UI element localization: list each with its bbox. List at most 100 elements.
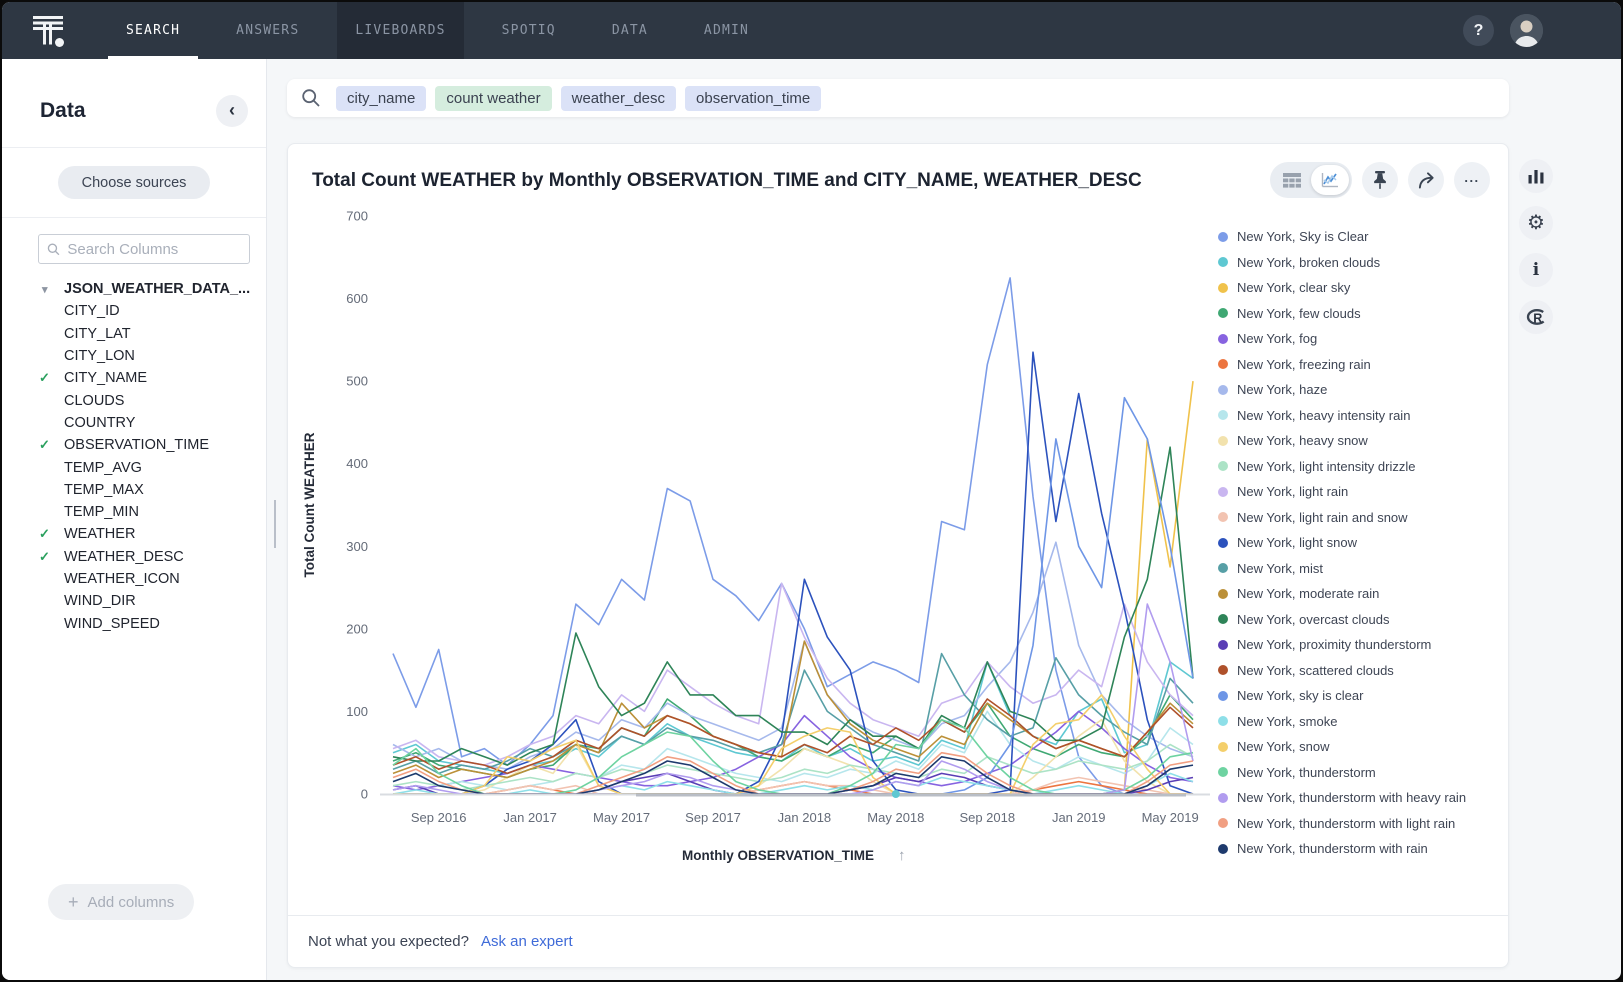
legend-item[interactable]: New York, Sky is Clear <box>1218 224 1496 250</box>
column-item-city_lon[interactable]: CITY_LON <box>2 345 266 367</box>
legend-label: New York, few clouds <box>1237 306 1361 321</box>
column-label: CITY_LON <box>64 348 135 364</box>
y-tick-label: 100 <box>346 704 368 719</box>
legend-item[interactable]: New York, thunderstorm with rain <box>1218 836 1496 862</box>
search-token[interactable]: count weather <box>435 86 551 111</box>
column-item-temp_avg[interactable]: TEMP_AVG <box>2 456 266 478</box>
legend-item[interactable]: New York, heavy snow <box>1218 428 1496 454</box>
line-chart[interactable]: 0100200300400500600700Sep 2016Jan 2017Ma… <box>298 194 1233 884</box>
legend-item[interactable]: New York, haze <box>1218 377 1496 403</box>
chart-view-button[interactable] <box>1311 165 1349 195</box>
more-actions-button[interactable]: ... <box>1454 162 1490 198</box>
pin-icon <box>1371 170 1389 190</box>
legend-item[interactable]: New York, sky is clear <box>1218 683 1496 709</box>
legend-item[interactable]: New York, light intensity drizzle <box>1218 454 1496 480</box>
legend-item[interactable]: New York, heavy intensity rain <box>1218 403 1496 429</box>
legend-item[interactable]: New York, clear sky <box>1218 275 1496 301</box>
table-view-button[interactable] <box>1273 165 1311 195</box>
column-item-weather[interactable]: ✓WEATHER <box>2 523 266 545</box>
nav-item-liveboards[interactable]: LIVEBOARDS <box>337 2 463 59</box>
column-item-clouds[interactable]: CLOUDS <box>2 389 266 411</box>
legend-item[interactable]: New York, mist <box>1218 556 1496 582</box>
column-item-weather_icon[interactable]: WEATHER_ICON <box>2 568 266 590</box>
nav-item-answers[interactable]: ANSWERS <box>218 2 317 59</box>
ask-an-expert-link[interactable]: Ask an expert <box>481 933 573 950</box>
legend-label: New York, light rain and snow <box>1237 510 1408 525</box>
r-analysis-button[interactable]: R <box>1519 300 1553 334</box>
legend-item[interactable]: New York, light rain and snow <box>1218 505 1496 531</box>
legend-label: New York, haze <box>1237 382 1327 397</box>
legend-item[interactable]: New York, few clouds <box>1218 301 1496 327</box>
table-view-icon <box>1283 173 1301 188</box>
pin-button[interactable] <box>1362 162 1398 198</box>
nav-item-data[interactable]: DATA <box>594 2 666 59</box>
chart-type-button[interactable] <box>1519 159 1553 193</box>
legend-dot <box>1218 818 1228 828</box>
legend-item[interactable]: New York, smoke <box>1218 709 1496 735</box>
column-item-country[interactable]: COUNTRY <box>2 412 266 434</box>
column-item-observation_time[interactable]: ✓OBSERVATION_TIME <box>2 434 266 456</box>
share-button[interactable] <box>1408 162 1444 198</box>
info-button[interactable]: i <box>1519 253 1553 287</box>
add-columns-button[interactable]: + Add columns <box>48 884 194 920</box>
choose-sources-button[interactable]: Choose sources <box>58 166 211 199</box>
search-bar[interactable]: city_name count weather weather_desc observ… <box>287 79 1509 117</box>
legend-item[interactable]: New York, fog <box>1218 326 1496 352</box>
legend-item[interactable]: New York, scattered clouds <box>1218 658 1496 684</box>
column-item-city_lat[interactable]: CITY_LAT <box>2 323 266 345</box>
sidebar-resize-handle[interactable] <box>274 500 280 524</box>
legend-item[interactable]: New York, light rain <box>1218 479 1496 505</box>
column-item-city_id[interactable]: CITY_ID <box>2 300 266 322</box>
legend-item[interactable]: New York, snow <box>1218 734 1496 760</box>
column-item-weather_desc[interactable]: ✓WEATHER_DESC <box>2 546 266 568</box>
legend-item[interactable]: New York, proximity thunderstorm <box>1218 632 1496 658</box>
sort-ascending-icon[interactable]: ↑ <box>898 847 906 864</box>
column-label: WEATHER_ICON <box>64 571 180 587</box>
check-icon: ✓ <box>39 370 50 386</box>
x-tick-label: Jan 2019 <box>1052 810 1106 825</box>
search-token[interactable]: observation_time <box>685 86 821 111</box>
column-item-wind_speed[interactable]: WIND_SPEED <box>2 612 266 634</box>
column-tree: ▾ JSON_WEATHER_DATA_... CITY_IDCITY_LAT C… <box>2 278 266 635</box>
legend-dot <box>1218 410 1228 420</box>
caret-down-icon[interactable]: ▾ <box>42 283 48 296</box>
column-item-temp_min[interactable]: TEMP_MIN <box>2 501 266 523</box>
legend-item[interactable]: New York, light snow <box>1218 530 1496 556</box>
help-button[interactable]: ? <box>1463 15 1494 46</box>
collapse-sidebar-button[interactable]: ‹ <box>216 95 248 127</box>
legend-label: New York, proximity thunderstorm <box>1237 637 1431 652</box>
nav-item-search[interactable]: SEARCH <box>108 2 198 59</box>
column-item-wind_dir[interactable]: WIND_DIR <box>2 590 266 612</box>
search-token[interactable]: city_name <box>336 86 426 111</box>
thoughtspot-logo-icon <box>30 11 70 51</box>
legend-dot <box>1218 589 1228 599</box>
legend-label: New York, heavy snow <box>1237 433 1368 448</box>
column-search-input[interactable] <box>67 241 241 258</box>
legend-item[interactable]: New York, thunderstorm <box>1218 760 1496 786</box>
legend-item[interactable]: New York, thunderstorm with heavy rain <box>1218 785 1496 811</box>
nav-right: ? <box>1463 2 1621 59</box>
nav-item-spotiq[interactable]: SPOTIQ <box>484 2 574 59</box>
legend-item[interactable]: New York, broken clouds <box>1218 250 1496 276</box>
thoughtspot-logo[interactable] <box>2 2 98 59</box>
add-columns-label: Add columns <box>88 894 175 911</box>
data-point-marker[interactable] <box>892 790 900 798</box>
legend-item[interactable]: New York, freezing rain <box>1218 352 1496 378</box>
nav-item-admin[interactable]: ADMIN <box>686 2 767 59</box>
column-item-temp_max[interactable]: TEMP_MAX <box>2 479 266 501</box>
table-name-row[interactable]: ▾ JSON_WEATHER_DATA_... <box>2 278 257 300</box>
chart-line[interactable] <box>393 352 1193 794</box>
user-avatar[interactable] <box>1510 14 1543 47</box>
column-label: WIND_DIR <box>64 593 136 609</box>
x-tick-label: Jan 2017 <box>503 810 556 825</box>
legend-item[interactable]: New York, overcast clouds <box>1218 607 1496 633</box>
settings-gear-icon: ⚙ <box>1527 213 1545 233</box>
x-tick-label: Sep 2017 <box>685 810 741 825</box>
search-token[interactable]: weather_desc <box>561 86 676 111</box>
legend-item[interactable]: New York, thunderstorm with light rain <box>1218 811 1496 837</box>
column-item-city_name[interactable]: ✓CITY_NAME <box>2 367 266 389</box>
legend-item[interactable]: New York, moderate rain <box>1218 581 1496 607</box>
column-label: OBSERVATION_TIME <box>64 437 209 453</box>
chart-legend: New York, Sky is ClearNew York, broken c… <box>1218 224 1496 862</box>
settings-button[interactable]: ⚙ <box>1519 206 1553 240</box>
